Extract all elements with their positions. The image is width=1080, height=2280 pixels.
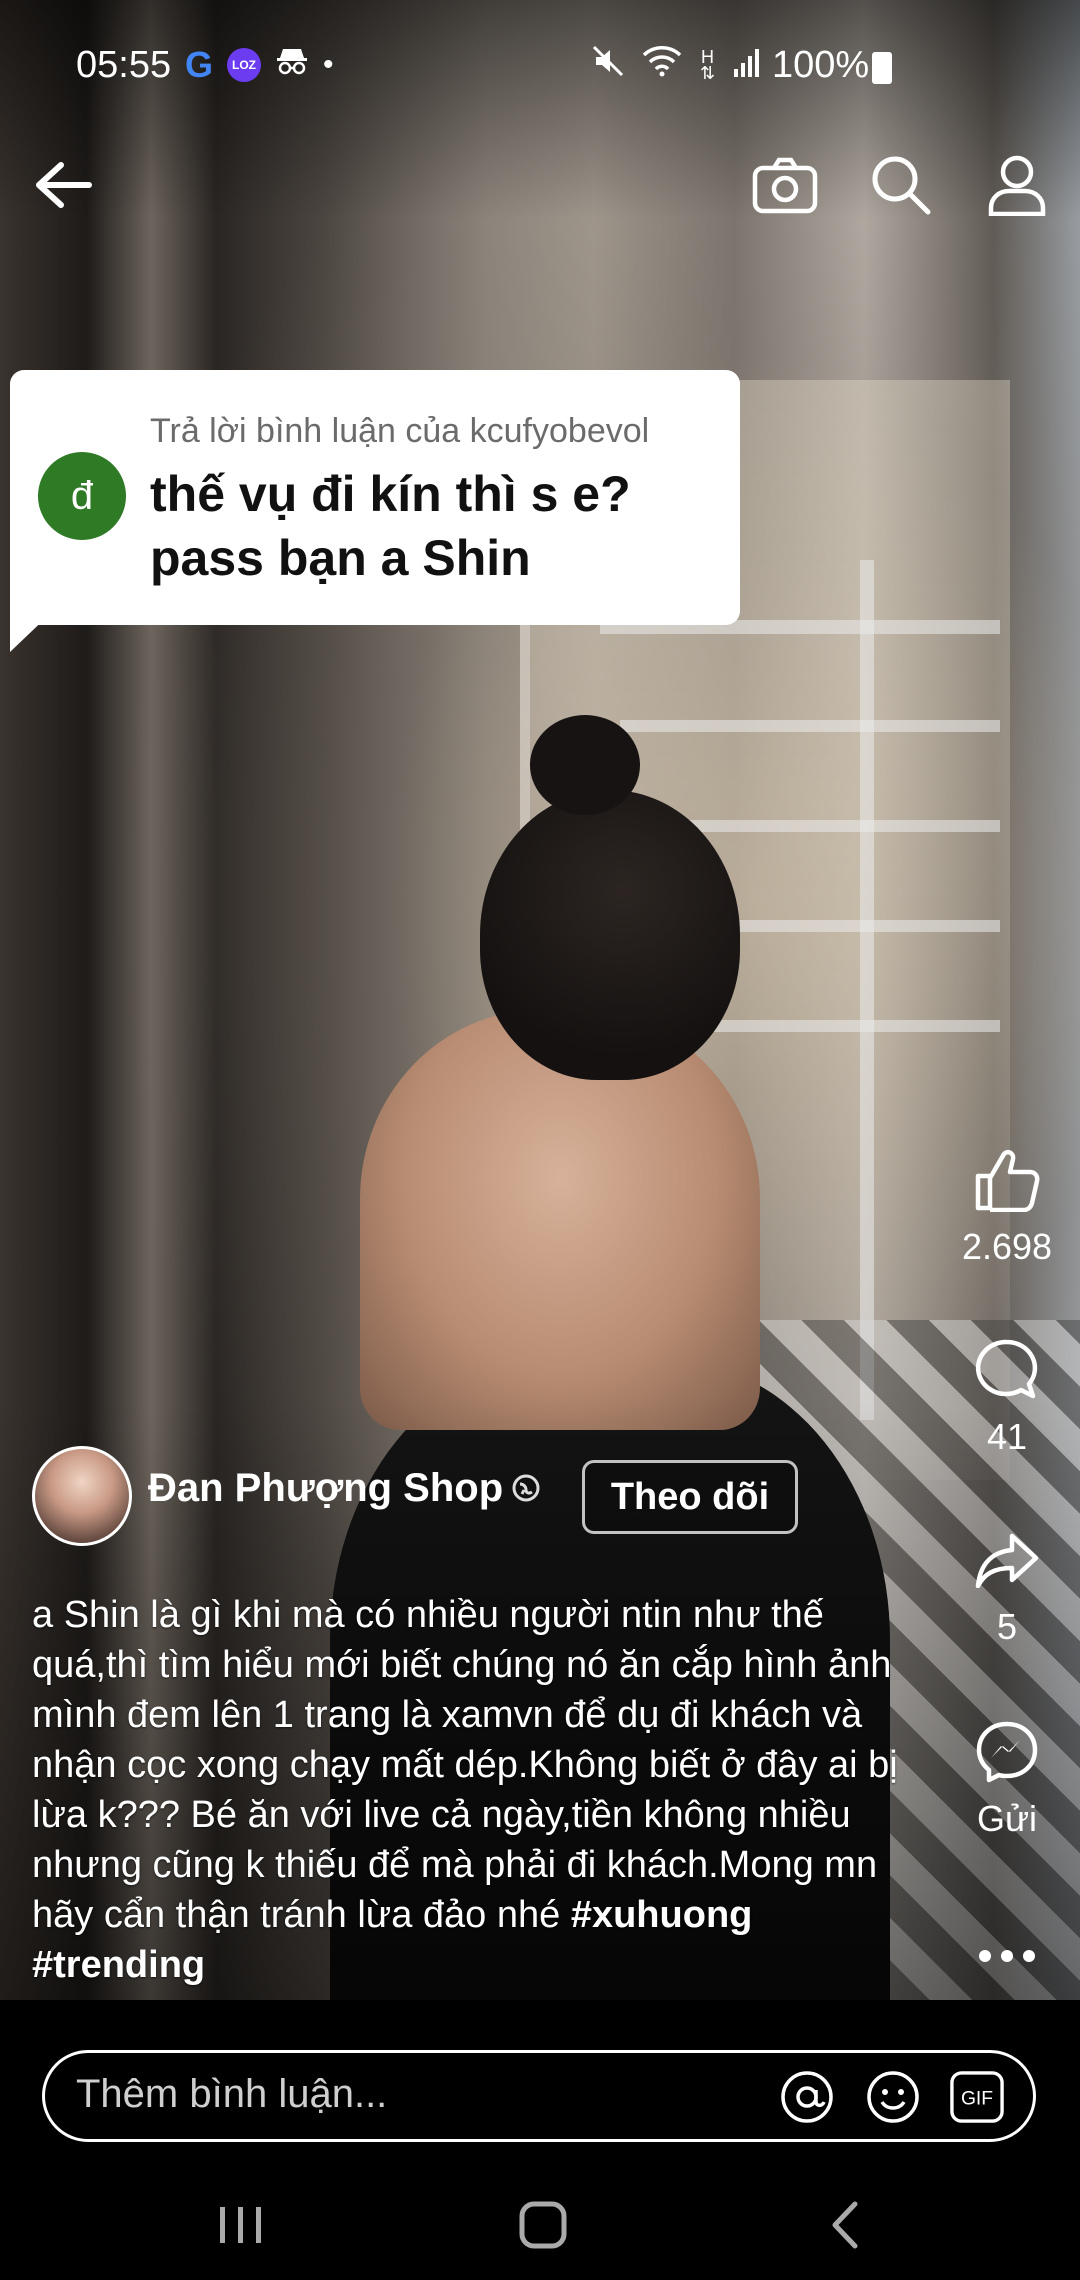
share-icon[interactable] (952, 1520, 1062, 1600)
h-network-icon: H ⇅ (700, 47, 716, 83)
post-caption[interactable]: a Shin là gì khi mà có nhiều người ntin … (32, 1590, 912, 1990)
reply-text-line-1: thế vụ đi kín thì s e? (150, 466, 631, 522)
search-icon[interactable] (856, 140, 946, 230)
follow-button[interactable]: Theo dõi (582, 1460, 798, 1534)
status-left-icons: G LOZ • (185, 44, 334, 86)
gif-icon[interactable]: GIF (950, 2070, 1004, 2124)
lazada-icon: LOZ (227, 48, 262, 82)
reply-comment-bubble[interactable]: đ Trả lời bình luận của kcufyobevol thế … (10, 370, 740, 625)
video-person-hair (480, 790, 740, 1080)
status-right-icons: H ⇅ (592, 44, 763, 86)
mute-icon (592, 44, 624, 86)
messenger-icon[interactable] (952, 1712, 1062, 1792)
status-time: 05:55 (76, 44, 172, 86)
status-bar: 05:55 G LOZ • H ⇅ 100% (0, 0, 1080, 130)
video-light-stripe (860, 560, 874, 1420)
battery-percent: 100% (772, 44, 870, 86)
battery-icon (872, 52, 892, 84)
send-action[interactable]: Gửi (952, 1712, 1062, 1840)
share-action[interactable]: 5 (952, 1520, 1062, 1648)
comment-action[interactable]: 41 (952, 1330, 1062, 1458)
home-icon[interactable] (498, 2190, 588, 2260)
reply-header: Trả lời bình luận của kcufyobevol (150, 412, 650, 450)
incognito-icon (275, 46, 309, 84)
recents-icon[interactable] (196, 2190, 286, 2260)
camera-icon[interactable] (740, 140, 830, 230)
like-count: 2.698 (961, 1226, 1053, 1267)
wifi-icon (642, 44, 682, 86)
share-count: 5 (996, 1606, 1018, 1647)
video-person-bun (530, 715, 640, 815)
signal-icon (733, 44, 763, 86)
comment-placeholder[interactable]: Thêm bình luận... (76, 2072, 387, 2117)
g-app-icon: G (185, 44, 214, 85)
mention-icon[interactable] (780, 2070, 834, 2124)
profile-icon[interactable] (972, 140, 1062, 230)
author-avatar[interactable] (32, 1446, 132, 1546)
reply-comment-text: thế vụ đi kín thì s e? pass bạn a Shin (150, 462, 730, 590)
emoji-icon[interactable] (866, 2070, 920, 2124)
commenter-avatar: đ (38, 452, 126, 540)
reply-bubble-tail (10, 610, 54, 652)
like-icon[interactable] (952, 1140, 1062, 1220)
send-label: Gửi (976, 1798, 1038, 1839)
like-action[interactable]: 2.698 (952, 1140, 1062, 1268)
comment-count: 41 (986, 1416, 1028, 1457)
more-options-button[interactable] (952, 1916, 1062, 1996)
system-nav-bar (0, 2170, 1080, 2280)
comment-icon[interactable] (952, 1330, 1062, 1410)
globe-icon (512, 1474, 540, 1502)
gif-label: GIF (961, 2089, 993, 2110)
reply-text-line-2: pass bạn a Shin (150, 530, 531, 586)
hashtag-xuhuong[interactable]: #xuhuong (571, 1894, 753, 1936)
more-dots-icon[interactable] (952, 1916, 1062, 1996)
top-nav (0, 140, 1080, 230)
video-light-stripe (620, 720, 1000, 732)
back-icon[interactable] (800, 2190, 890, 2260)
back-arrow-icon[interactable] (18, 140, 108, 230)
notification-dot-icon: • (323, 48, 334, 81)
author-name[interactable]: Đan Phượng Shop (148, 1466, 503, 1511)
hashtag-trending[interactable]: #trending (32, 1944, 205, 1986)
caption-text: a Shin là gì khi mà có nhiều người ntin … (32, 1594, 898, 1936)
reels-screen: 05:55 G LOZ • H ⇅ 100% đ Trả lời bình lu… (0, 0, 1080, 2280)
